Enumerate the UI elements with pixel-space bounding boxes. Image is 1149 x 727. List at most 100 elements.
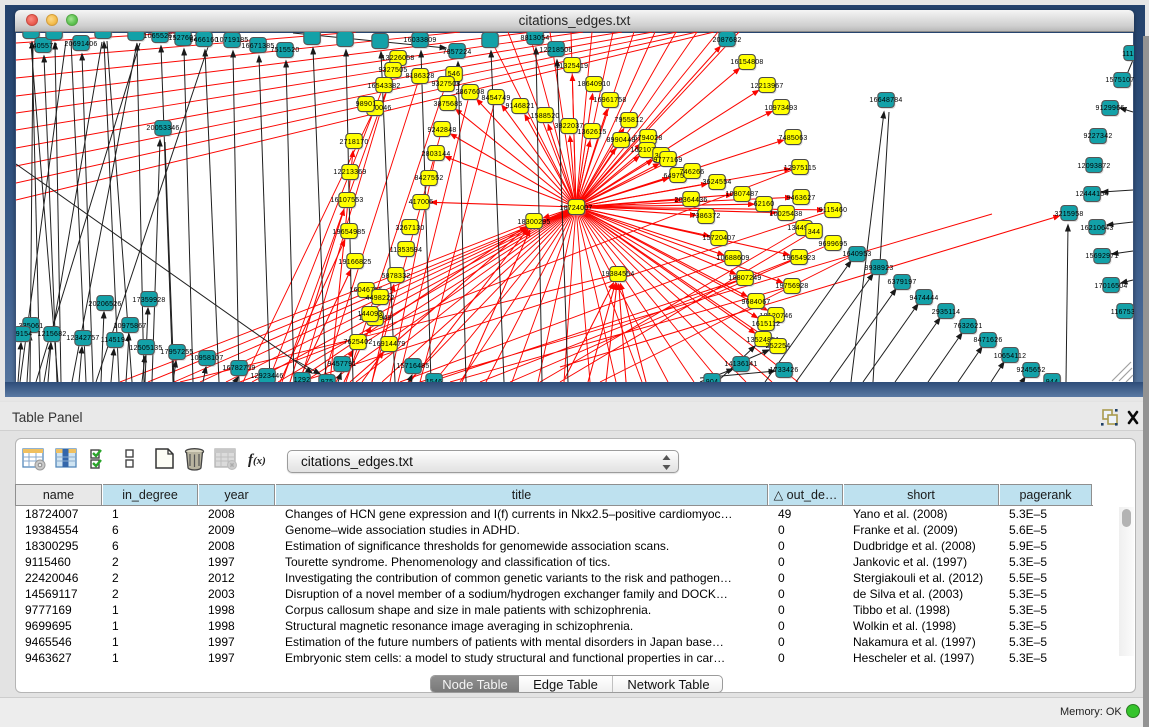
svg-text:1405572: 1405572 xyxy=(28,43,57,50)
svg-text:11353594: 11353594 xyxy=(390,247,423,254)
svg-text:10807487: 10807487 xyxy=(725,191,758,198)
svg-text:15751074: 15751074 xyxy=(1105,77,1134,84)
svg-text:17016504: 17016504 xyxy=(1094,283,1127,290)
svg-text:16961758: 16961758 xyxy=(593,97,626,104)
svg-text:7625402: 7625402 xyxy=(343,339,372,346)
svg-text:20364436: 20364436 xyxy=(674,197,707,204)
svg-text:7632621: 7632621 xyxy=(953,323,982,330)
svg-text:7515520: 7515520 xyxy=(270,47,299,54)
svg-text:1733426: 1733426 xyxy=(769,367,798,374)
svg-text:2087682: 2087682 xyxy=(712,37,741,44)
svg-text:13226058: 13226058 xyxy=(381,55,414,62)
svg-text:11124: 11124 xyxy=(1122,51,1134,58)
svg-text:8990448: 8990448 xyxy=(606,137,635,144)
svg-text:12213369: 12213369 xyxy=(333,169,366,176)
svg-text:9684067: 9684067 xyxy=(741,299,770,306)
svg-text:9327505: 9327505 xyxy=(378,67,407,74)
svg-text:18724007: 18724007 xyxy=(559,205,592,212)
svg-text:7857224: 7857224 xyxy=(442,49,471,56)
svg-text:12213967: 12213967 xyxy=(750,83,783,90)
svg-text:8471626: 8471626 xyxy=(973,337,1002,344)
svg-text:12444154: 12444154 xyxy=(1075,191,1108,198)
svg-text:39154: 39154 xyxy=(16,331,32,338)
svg-text:6794028: 6794028 xyxy=(633,135,662,142)
svg-text:3822037: 3822037 xyxy=(554,123,583,130)
svg-text:15716485: 15716485 xyxy=(396,363,429,370)
svg-text:12923446: 12923446 xyxy=(250,373,283,380)
svg-text:9242848: 9242848 xyxy=(427,127,456,134)
svg-text:18300295: 18300295 xyxy=(517,219,550,226)
svg-text:12218506: 12218506 xyxy=(539,47,572,54)
svg-text:746266: 746266 xyxy=(680,169,705,176)
svg-text:62160: 62160 xyxy=(754,201,775,208)
svg-text:10973493: 10973493 xyxy=(764,105,797,112)
svg-text:19654985: 19654985 xyxy=(332,229,365,236)
svg-text:9115460: 9115460 xyxy=(819,207,847,214)
svg-text:9474444: 9474444 xyxy=(909,295,938,302)
svg-text:20691406: 20691406 xyxy=(64,41,97,48)
svg-text:19756928: 19756928 xyxy=(775,283,808,290)
svg-text:10654112: 10654112 xyxy=(994,353,1027,360)
svg-text:18640910: 18640910 xyxy=(577,81,610,88)
svg-text:16154808: 16154808 xyxy=(730,59,763,66)
svg-text:8938923: 8938923 xyxy=(864,265,893,272)
svg-text:144093: 144093 xyxy=(358,311,383,318)
svg-text:9245652: 9245652 xyxy=(1016,367,1045,374)
svg-text:3875685: 3875685 xyxy=(433,101,462,108)
svg-text:5878332: 5878332 xyxy=(381,273,410,280)
svg-text:1640953: 1640953 xyxy=(842,251,871,258)
svg-text:9146821: 9146821 xyxy=(505,103,534,110)
svg-text:15692971: 15692971 xyxy=(1085,253,1118,260)
svg-text:9327508: 9327508 xyxy=(431,81,460,88)
svg-text:417006: 417006 xyxy=(409,199,434,206)
svg-text:2935114: 2935114 xyxy=(932,309,960,316)
svg-text:8813054: 8813054 xyxy=(520,35,549,42)
svg-text:6466160: 6466160 xyxy=(189,37,218,44)
svg-text:10975867: 10975867 xyxy=(113,323,146,330)
svg-text:1215682: 1215682 xyxy=(37,331,66,338)
svg-text:9699695: 9699695 xyxy=(818,241,847,248)
svg-text:2867608: 2867608 xyxy=(455,89,484,96)
svg-text:98901: 98901 xyxy=(356,101,377,108)
svg-text:1362615: 1362615 xyxy=(577,129,606,136)
svg-text:4498222: 4498222 xyxy=(365,295,394,302)
svg-text:16107553: 16107553 xyxy=(330,197,363,204)
svg-text:14136141: 14136141 xyxy=(724,361,757,368)
svg-text:(x): (x) xyxy=(253,455,266,467)
svg-text:2803144: 2803144 xyxy=(421,151,450,158)
svg-text:3267130: 3267130 xyxy=(395,225,424,232)
svg-text:20206526: 20206526 xyxy=(88,301,121,308)
svg-text:7485063: 7485063 xyxy=(778,135,807,142)
svg-text:12093872: 12093872 xyxy=(1077,163,1110,170)
svg-text:9129966: 9129966 xyxy=(1095,105,1124,112)
svg-text:16648784: 16648784 xyxy=(869,97,902,104)
svg-text:12975115: 12975115 xyxy=(784,165,817,172)
svg-text:2718170: 2718170 xyxy=(339,139,368,146)
svg-text:7386372: 7386372 xyxy=(691,213,720,220)
svg-text:1145194: 1145194 xyxy=(101,337,129,344)
svg-text:3215958: 3215958 xyxy=(1054,211,1083,218)
svg-text:7955812: 7955812 xyxy=(614,117,643,124)
svg-text:12342757: 12342757 xyxy=(66,335,99,342)
svg-text:8454749: 8454749 xyxy=(481,95,510,102)
svg-text:17957255: 17957255 xyxy=(160,349,193,356)
svg-text:8186328: 8186328 xyxy=(405,73,434,80)
svg-text:3624554: 3624554 xyxy=(702,179,731,186)
svg-text:16543382: 16543382 xyxy=(367,83,400,90)
svg-text:252254: 252254 xyxy=(766,343,791,350)
svg-text:11325419: 11325419 xyxy=(556,63,589,70)
svg-text:9227342: 9227342 xyxy=(1083,133,1112,140)
svg-text:6379197: 6379197 xyxy=(887,279,916,286)
svg-text:20053346: 20053346 xyxy=(146,125,179,132)
svg-text:15720407: 15720407 xyxy=(702,235,735,242)
svg-text:1615112: 1615112 xyxy=(752,321,780,328)
svg-text:12505135: 12505135 xyxy=(129,345,162,352)
svg-text:8427552: 8427552 xyxy=(414,175,443,182)
svg-text:16033809: 16033809 xyxy=(403,37,436,44)
svg-text:19166825: 19166825 xyxy=(338,259,371,266)
svg-text:9463627: 9463627 xyxy=(786,195,815,202)
svg-text:10688609: 10688609 xyxy=(716,255,749,262)
svg-text:16782759: 16782759 xyxy=(222,365,255,372)
svg-text:16210643: 16210643 xyxy=(1080,225,1113,232)
svg-text:10025438: 10025438 xyxy=(769,211,802,218)
